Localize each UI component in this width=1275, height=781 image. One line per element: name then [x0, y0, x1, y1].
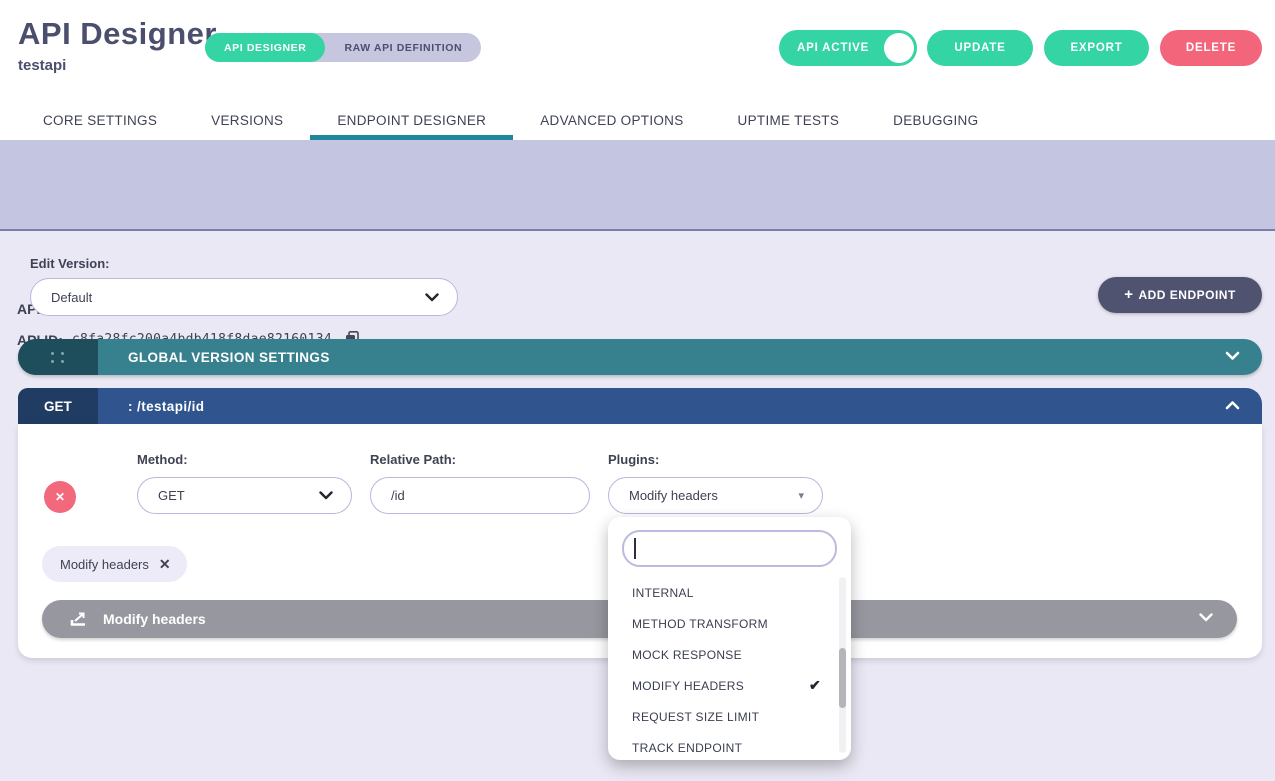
dropdown-scrollbar-thumb[interactable] — [839, 648, 846, 708]
plugin-option-track-endpoint[interactable]: TRACK ENDPOINT — [608, 732, 851, 763]
tab-versions[interactable]: VERSIONS — [184, 100, 310, 140]
endpoint-path-label: : /testapi/id — [128, 399, 204, 414]
app-header: API Designer testapi API DESIGNER RAW AP… — [0, 0, 1275, 140]
endpoint-header-bar[interactable]: GET : /testapi/id — [18, 388, 1262, 424]
plugin-option-method-transform[interactable]: METHOD TRANSFORM — [608, 608, 851, 639]
chevron-down-icon[interactable] — [1199, 613, 1213, 622]
plugin-option-internal[interactable]: INTERNAL — [608, 577, 851, 608]
plugins-label: Plugins: — [608, 452, 659, 467]
remove-plugin-icon[interactable]: ✕ — [159, 556, 171, 573]
text-cursor — [634, 538, 636, 559]
plugin-option-request-size-limit[interactable]: REQUEST SIZE LIMIT — [608, 701, 851, 732]
global-version-settings-label: GLOBAL VERSION SETTINGS — [128, 350, 330, 365]
chevron-down-icon[interactable] — [1225, 351, 1240, 361]
tab-advanced-options[interactable]: ADVANCED OPTIONS — [513, 100, 710, 140]
plugins-dropdown-panel: INTERNAL METHOD TRANSFORM MOCK RESPONSE … — [608, 517, 851, 760]
tab-core-settings[interactable]: CORE SETTINGS — [16, 100, 184, 140]
plugin-option-modify-headers[interactable]: MODIFY HEADERS ✔ — [608, 670, 851, 701]
delete-button[interactable]: DELETE — [1160, 30, 1262, 66]
tab-uptime-tests[interactable]: UPTIME TESTS — [711, 100, 867, 140]
remove-endpoint-button[interactable]: ✕ — [44, 481, 76, 513]
tab-endpoint-designer[interactable]: ENDPOINT DESIGNER — [310, 100, 513, 140]
plugins-select-value: Modify headers — [629, 488, 718, 503]
edit-version-label: Edit Version: — [30, 256, 109, 271]
toggle-api-designer[interactable]: API DESIGNER — [205, 33, 325, 62]
designer-mode-toggle: API DESIGNER RAW API DEFINITION — [205, 33, 481, 62]
app-title: API Designer — [18, 16, 217, 52]
modify-headers-icon — [70, 611, 87, 627]
api-info-band: API URL: https://tyk123.cloudv2.tyk.io/t… — [0, 140, 1275, 231]
method-select[interactable]: GET — [137, 477, 352, 514]
plugin-search-input[interactable] — [622, 530, 837, 567]
check-icon: ✔ — [809, 677, 821, 694]
method-select-value: GET — [158, 488, 185, 503]
toggle-knob[interactable] — [884, 33, 914, 63]
plugin-bar-label: Modify headers — [103, 611, 206, 627]
close-icon: ✕ — [55, 490, 65, 504]
relative-path-value: /id — [391, 488, 405, 503]
api-active-toggle[interactable]: API ACTIVE — [779, 30, 917, 66]
caret-down-icon: ▾ — [798, 489, 804, 502]
endpoint-method-badge: GET — [18, 388, 98, 424]
plugins-select[interactable]: Modify headers ▾ — [608, 477, 823, 514]
plugin-option-mock-response[interactable]: MOCK RESPONSE — [608, 639, 851, 670]
plus-icon: + — [1124, 286, 1133, 303]
relative-path-input[interactable]: /id — [370, 477, 590, 514]
selected-plugin-chip: Modify headers ✕ — [42, 546, 187, 582]
plugin-chip-label: Modify headers — [60, 557, 149, 572]
toggle-raw-api-definition[interactable]: RAW API DEFINITION — [325, 33, 481, 62]
method-label: Method: — [137, 452, 188, 467]
update-button[interactable]: UPDATE — [927, 30, 1033, 66]
section-tabs: CORE SETTINGS VERSIONS ENDPOINT DESIGNER… — [16, 100, 1005, 140]
add-endpoint-button[interactable]: + ADD ENDPOINT — [1098, 277, 1262, 313]
relative-path-label: Relative Path: — [370, 452, 456, 467]
api-name-subtitle: testapi — [18, 57, 66, 74]
drag-handle-icon[interactable] — [18, 339, 98, 375]
add-endpoint-label: ADD ENDPOINT — [1138, 288, 1235, 302]
export-button[interactable]: EXPORT — [1044, 30, 1149, 66]
version-select[interactable]: Default — [30, 278, 458, 316]
version-select-value: Default — [51, 290, 92, 305]
global-version-settings-bar[interactable]: GLOBAL VERSION SETTINGS — [18, 339, 1262, 375]
api-active-label: API ACTIVE — [797, 42, 869, 54]
chevron-down-icon — [319, 491, 333, 500]
tab-debugging[interactable]: DEBUGGING — [866, 100, 1005, 140]
plugin-options-list: INTERNAL METHOD TRANSFORM MOCK RESPONSE … — [608, 577, 851, 763]
chevron-up-icon[interactable] — [1225, 400, 1240, 410]
chevron-down-icon — [425, 293, 439, 302]
